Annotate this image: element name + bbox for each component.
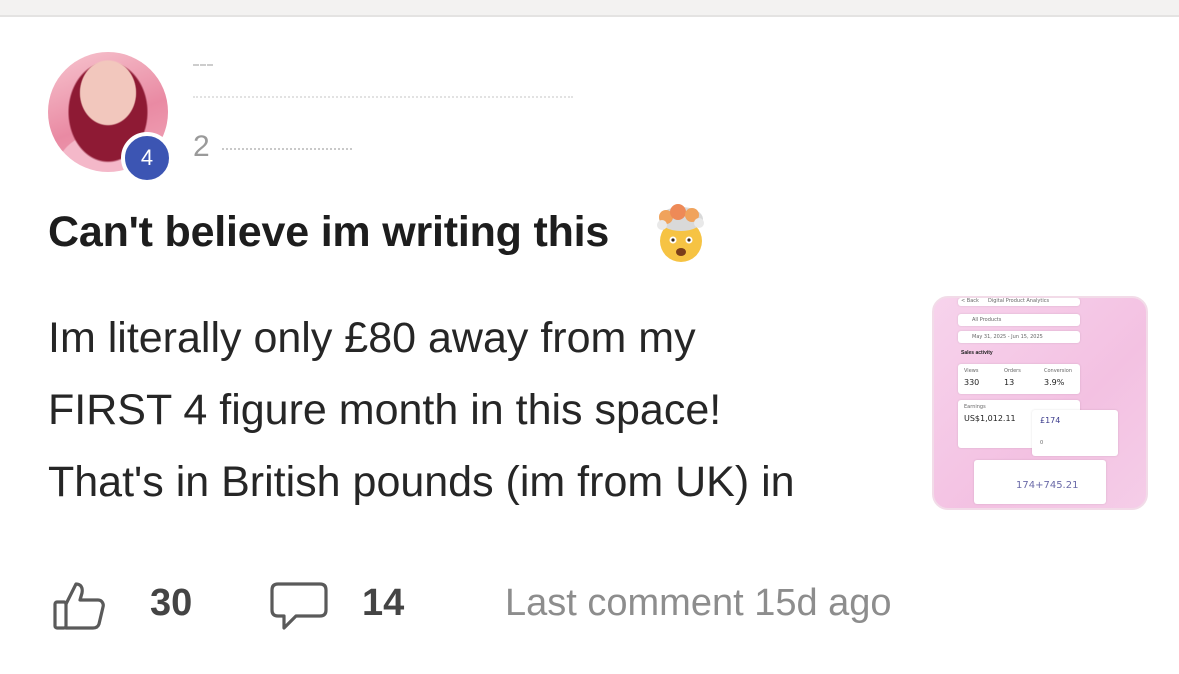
author-name-redacted	[193, 64, 213, 72]
post-meta-prefix: 2	[193, 130, 211, 163]
post-meta-redacted	[222, 148, 352, 150]
thumb-header-bar: < Back Digital Product Analytics	[958, 298, 1080, 306]
like-count[interactable]: 30	[150, 582, 192, 625]
post-meta: 2	[193, 130, 211, 164]
post-body-line: FIRST 4 figure month in this space!	[48, 386, 722, 434]
comment-count[interactable]: 14	[362, 582, 404, 625]
post-title[interactable]: Can't believe im writing this	[48, 208, 609, 257]
thumb-filter: All Products	[958, 314, 1080, 326]
thumb-popup-value: £174	[1040, 416, 1061, 425]
top-divider	[0, 0, 1179, 17]
author-subtitle-redacted	[193, 96, 573, 100]
thumb-stat-label: Conversion	[1044, 368, 1073, 374]
comment-icon[interactable]	[270, 580, 328, 632]
thumb-popup: £174 0	[1032, 410, 1118, 456]
thumb-stat-value: 3.9%	[1044, 378, 1065, 387]
thumb-back: < Back	[961, 298, 979, 304]
post-body[interactable]: Im literally only £80 away from my FIRST…	[48, 302, 908, 518]
post-body-line: Im literally only £80 away from my	[48, 314, 696, 362]
thumb-stat-value: 330	[964, 378, 980, 387]
thumb-stat-value: 13	[1004, 378, 1015, 387]
exploding-head-icon	[657, 204, 704, 262]
thumb-earnings-value: US$1,012.11	[964, 414, 1016, 423]
thumb-footer-value: 174+745.21	[1016, 480, 1079, 491]
thumb-date: May 31, 2025 - Jun 15, 2025	[958, 331, 1080, 343]
level-number: 4	[140, 145, 154, 170]
thumb-popup-zero: 0	[1040, 440, 1044, 446]
thumbs-up-icon[interactable]	[52, 580, 106, 632]
post-body-line: That's in British pounds (im from UK) in	[48, 458, 795, 506]
thumb-filter-label: All Products	[972, 317, 1002, 323]
last-comment-time: Last comment 15d ago	[505, 582, 892, 624]
post-thumbnail[interactable]: < Back Digital Product Analytics All Pro…	[932, 296, 1148, 510]
level-badge: 4	[121, 132, 173, 184]
thumb-earnings-label: Earnings	[964, 404, 986, 410]
thumb-footer-card: 174+745.21	[974, 460, 1106, 504]
thumb-stats: Views 330 Orders 13 Conversion 3.9%	[958, 364, 1080, 394]
thumb-date-label: May 31, 2025 - Jun 15, 2025	[972, 334, 1043, 340]
thumb-stat-label: Orders	[1004, 368, 1021, 374]
post-actions: 30 14 Last comment 15d ago	[0, 570, 1179, 640]
thumb-stat-label: Views	[964, 368, 979, 374]
thumb-header: Digital Product Analytics	[988, 298, 1050, 304]
thumb-section: Sales activity	[961, 350, 993, 356]
